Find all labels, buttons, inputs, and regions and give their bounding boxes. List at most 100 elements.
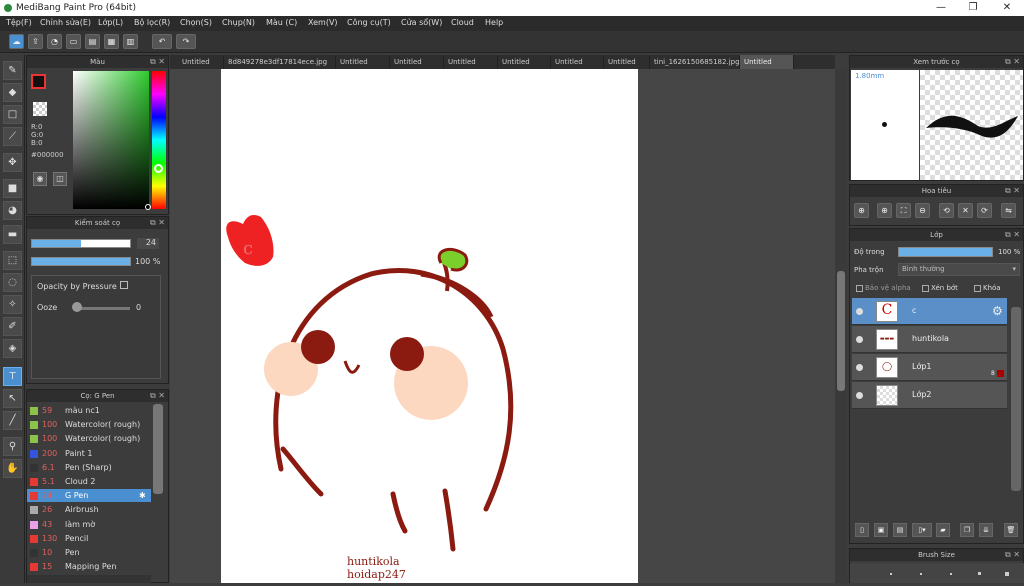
zoom-in-icon[interactable]: ⊕	[854, 203, 869, 218]
drawing-canvas[interactable]: c huntikola hoidap247	[221, 69, 638, 583]
grid-icon[interactable]: ▦	[104, 34, 119, 49]
panel-options-icon[interactable]: ⧉ ✕	[1005, 185, 1020, 197]
menu-edit[interactable]: Chỉnh sửa(E)	[40, 18, 91, 27]
tab-document[interactable]: 8d849278e3df17814ece.jpg	[224, 55, 336, 69]
size-dot[interactable]	[920, 573, 922, 575]
opacity-slider[interactable]	[31, 257, 131, 266]
new-halftone-layer-icon[interactable]: ▣	[874, 523, 888, 537]
select-pen-tool-icon[interactable]: ✐	[3, 317, 22, 336]
layer-row[interactable]: Cc ⚙	[852, 298, 1007, 325]
brush-list-item[interactable]: 100 Watercolor( rough)	[27, 432, 151, 445]
select-eraser-tool-icon[interactable]: ◈	[3, 339, 22, 358]
folder-icon[interactable]: ▰	[936, 523, 950, 537]
size-dot[interactable]	[1005, 572, 1009, 576]
canvas-scrollbar[interactable]	[835, 69, 847, 583]
panel-options-icon[interactable]: ⧉ ✕	[150, 56, 165, 68]
tab-document[interactable]: Untitled	[444, 55, 498, 69]
palette-icon[interactable]: ◉	[33, 172, 47, 186]
menu-help[interactable]: Help	[485, 18, 503, 27]
rectangle-tool-icon[interactable]: □	[3, 105, 22, 124]
clipping-checkbox[interactable]	[922, 284, 929, 292]
menu-color[interactable]: Màu (C)	[266, 18, 297, 27]
divide-tool-icon[interactable]: ╱	[3, 411, 22, 430]
maximize-button[interactable]: ❐	[958, 1, 988, 15]
gear-icon[interactable]: ⚙	[992, 304, 1003, 318]
menu-filter[interactable]: Bộ lọc(R)	[134, 18, 170, 27]
cloud-icon[interactable]: ☁	[9, 34, 24, 49]
hue-slider-handle[interactable]	[154, 164, 163, 173]
swatch-icon[interactable]: ◫	[53, 172, 67, 186]
opacity-pressure-checkbox[interactable]	[120, 281, 128, 289]
brush-list-scrollbar[interactable]	[153, 404, 163, 494]
panel-options-icon[interactable]: ⧉ ✕	[1005, 549, 1020, 561]
brush-size-value[interactable]: 24	[137, 238, 159, 249]
panel-options-icon[interactable]: ⧉ ✕	[1005, 229, 1020, 241]
lock-checkbox[interactable]	[974, 284, 981, 292]
transparent-color-swatch[interactable]	[33, 102, 47, 116]
panel-options-icon[interactable]: ⧉ ✕	[150, 217, 165, 229]
layer-row[interactable]: ◯ Lớp1 8	[852, 354, 1007, 381]
clipping-option[interactable]: Xén bớt	[922, 284, 958, 292]
brush-tool-icon[interactable]: ✎	[3, 61, 22, 80]
ooze-slider[interactable]	[74, 307, 130, 310]
tab-document[interactable]: Untitled	[390, 55, 444, 69]
operation-tool-icon[interactable]: ↖	[3, 389, 22, 408]
export-icon[interactable]: ⇪	[28, 34, 43, 49]
menu-file[interactable]: Tệp(F)	[6, 18, 32, 27]
protect-alpha-checkbox[interactable]	[856, 284, 863, 292]
tab-document-active[interactable]: Untitled	[740, 55, 794, 69]
saturation-value-picker[interactable]	[73, 71, 149, 209]
flip-icon[interactable]: ⇋	[1001, 203, 1016, 218]
eye-icon[interactable]	[856, 364, 863, 371]
comment-icon[interactable]: ▭	[66, 34, 81, 49]
reset-view-icon[interactable]: ✕	[958, 203, 973, 218]
eye-icon[interactable]	[856, 308, 863, 315]
hand-tool-icon[interactable]: ✋	[3, 459, 22, 478]
brush-list-item[interactable]: 43 làm mờ	[27, 518, 151, 531]
text-tool-icon[interactable]: T	[3, 367, 22, 386]
menu-view[interactable]: Xem(V)	[308, 18, 338, 27]
rotate-left-icon[interactable]: ⟲	[939, 203, 954, 218]
tab-document[interactable]: Untitled	[178, 55, 224, 69]
eyedropper-tool-icon[interactable]: ⚲	[3, 437, 22, 456]
brush-size-presets[interactable]	[850, 563, 1024, 583]
brush-list-item[interactable]: 6.1 Pen (Sharp)	[27, 461, 151, 474]
menu-cloud[interactable]: Cloud	[451, 18, 474, 27]
tab-document[interactable]: tini_1626150685182.jpg	[650, 55, 740, 69]
brush-list-item[interactable]: 26 Airbrush	[27, 503, 151, 516]
menu-layer[interactable]: Lớp(L)	[98, 18, 123, 27]
layer-list-scrollbar[interactable]	[1011, 307, 1021, 491]
fit-screen-icon[interactable]: ⛶	[896, 203, 911, 218]
brush-settings-icon[interactable]: ✱	[139, 489, 146, 502]
trash-icon[interactable]: 🗑	[1004, 523, 1018, 537]
brush-list-item[interactable]: 15 Mapping Pen	[27, 560, 151, 573]
menu-tools[interactable]: Công cụ(T)	[347, 18, 391, 27]
lasso-tool-icon[interactable]: ◌	[3, 273, 22, 292]
hue-slider[interactable]	[152, 71, 166, 209]
speech-bubble-icon[interactable]: ◔	[47, 34, 62, 49]
eye-icon[interactable]	[856, 392, 863, 399]
zoom-in-alt-icon[interactable]: ⊕	[877, 203, 892, 218]
size-dot[interactable]	[950, 573, 952, 575]
eraser-tool-icon[interactable]: ◆	[3, 83, 22, 102]
protect-alpha-option[interactable]: Bảo vệ alpha	[856, 284, 911, 292]
brush-list-item[interactable]: 200 Paint 1	[27, 447, 151, 460]
foreground-color-swatch[interactable]	[31, 74, 46, 89]
move-tool-icon[interactable]: ✥	[3, 153, 22, 172]
panel-icon[interactable]: ▥	[123, 34, 138, 49]
menu-snap[interactable]: Chụp(N)	[222, 18, 255, 27]
brush-list-item[interactable]: 10 Pen	[27, 546, 151, 559]
brush-list-item[interactable]: 24 G Pen ✱	[27, 489, 151, 503]
canvas-scrollbar-thumb[interactable]	[837, 271, 845, 391]
brush-list-item[interactable]: 130 Pencil	[27, 532, 151, 545]
magic-wand-tool-icon[interactable]: ✧	[3, 295, 22, 314]
tab-document[interactable]: Untitled	[551, 55, 604, 69]
color-picker-handle[interactable]	[145, 204, 151, 210]
size-dot[interactable]	[978, 572, 981, 575]
rotate-right-icon[interactable]: ⟳	[977, 203, 992, 218]
duplicate-layer-icon[interactable]: ❐	[960, 523, 974, 537]
tab-document[interactable]: Untitled	[336, 55, 390, 69]
close-button[interactable]: ✕	[992, 1, 1022, 15]
panel-options-icon[interactable]: ⧉ ✕	[1005, 56, 1020, 68]
ooze-slider-handle[interactable]	[72, 302, 82, 312]
